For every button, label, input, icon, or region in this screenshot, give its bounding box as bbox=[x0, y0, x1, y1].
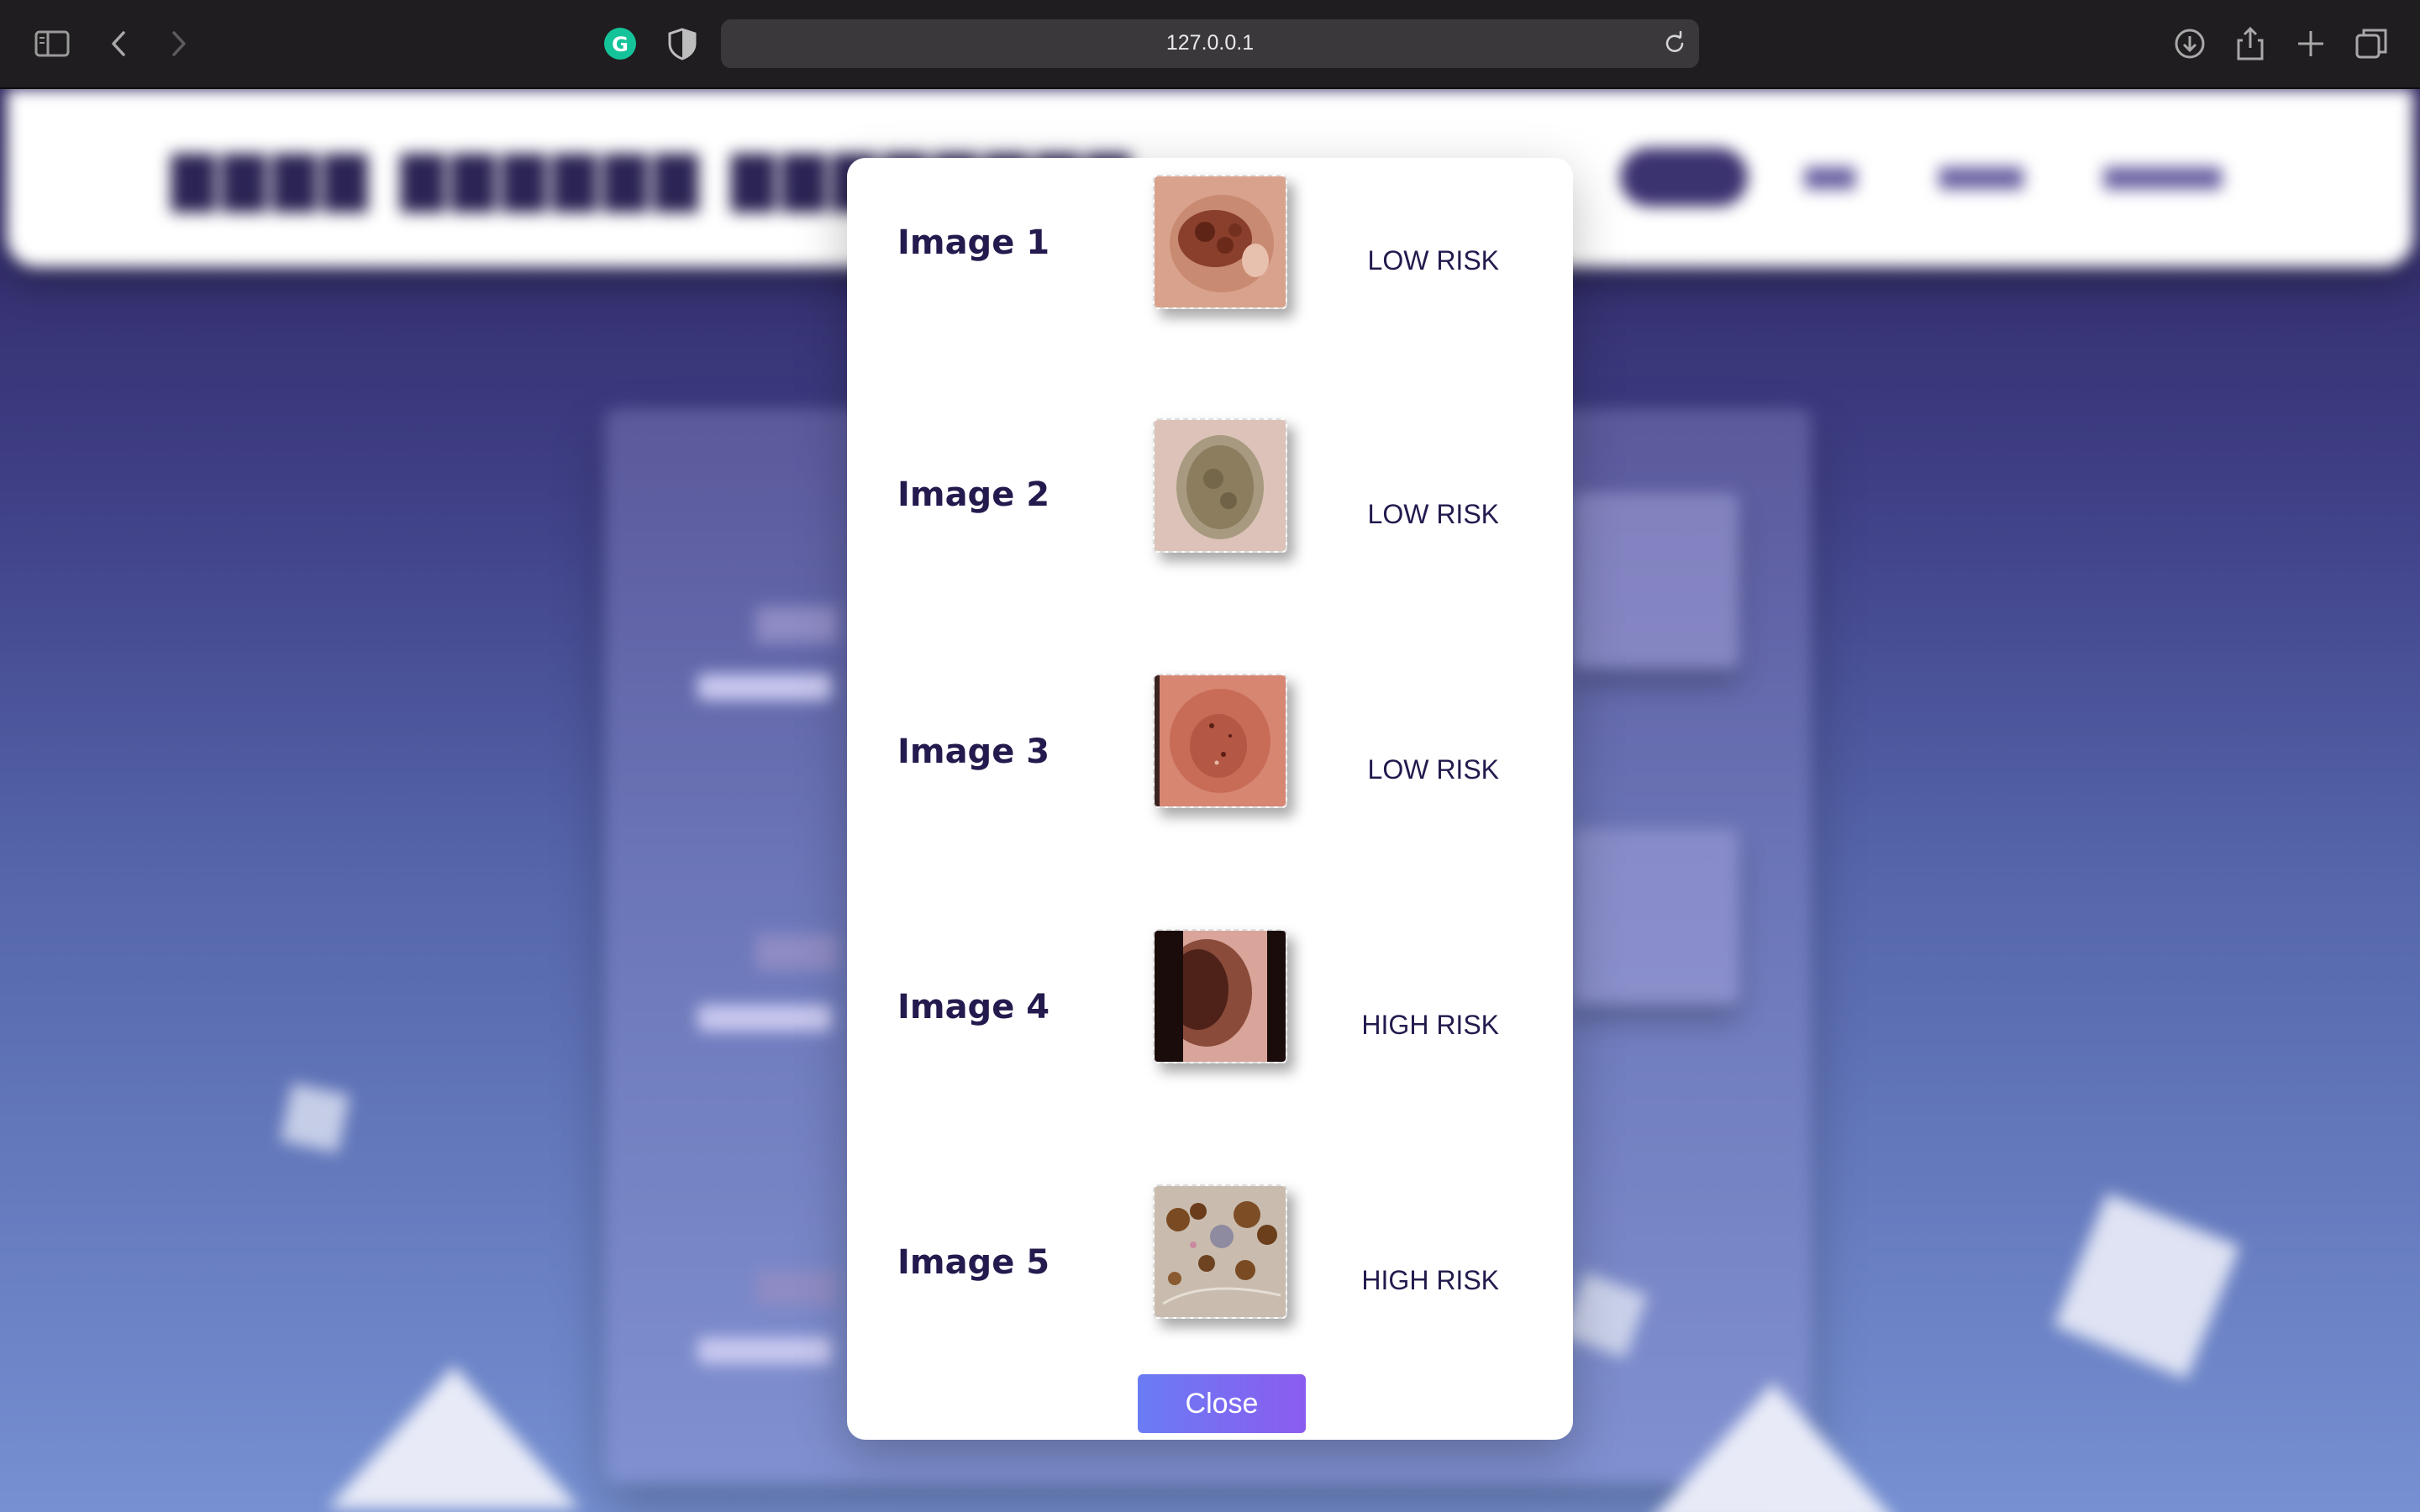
blurred-bar bbox=[697, 1005, 832, 1032]
blurred-nav-pill bbox=[1620, 148, 1748, 207]
lesion-thumbnail-1 bbox=[1153, 175, 1287, 309]
result-label: Image 1 bbox=[897, 223, 1050, 262]
result-row-1: Image 1 LOW RISK bbox=[847, 175, 1573, 318]
result-row-5: Image 5 HIGH RISK bbox=[847, 1183, 1573, 1326]
results-modal: Image 1 LOW RISK Image 2 LOW RISK Image … bbox=[847, 158, 1573, 1440]
blurred-slot bbox=[1571, 492, 1739, 669]
shield-icon[interactable] bbox=[664, 25, 701, 62]
tab-overview-icon[interactable] bbox=[2353, 25, 2390, 62]
lesion-thumbnail-5 bbox=[1153, 1184, 1287, 1319]
address-bar[interactable]: 127.0.0.1 bbox=[721, 19, 1699, 68]
risk-result: HIGH RISK bbox=[1361, 1265, 1499, 1295]
lesion-thumbnail-3 bbox=[1153, 674, 1287, 808]
result-row-4: Image 4 HIGH RISK bbox=[847, 927, 1573, 1070]
reload-icon[interactable] bbox=[1660, 29, 1689, 58]
blurred-bar bbox=[697, 674, 832, 701]
forward-icon[interactable] bbox=[160, 25, 197, 62]
result-row-3: Image 3 LOW RISK bbox=[847, 672, 1573, 815]
result-label: Image 4 bbox=[897, 988, 1050, 1026]
result-row-2: Image 2 LOW RISK bbox=[847, 417, 1573, 559]
new-tab-icon[interactable] bbox=[2292, 25, 2329, 62]
blurred-bar bbox=[697, 1337, 832, 1364]
decor-triangle bbox=[328, 1366, 580, 1509]
downloads-icon[interactable] bbox=[2171, 25, 2208, 62]
result-label: Image 5 bbox=[897, 1243, 1050, 1282]
decor-triangle bbox=[1647, 1383, 1899, 1512]
risk-result: LOW RISK bbox=[1367, 754, 1499, 785]
risk-result: HIGH RISK bbox=[1361, 1010, 1499, 1040]
share-icon[interactable] bbox=[2232, 25, 2269, 62]
risk-result: LOW RISK bbox=[1367, 245, 1499, 276]
blurred-nav-link: ▇▇▇ bbox=[1805, 165, 1855, 190]
svg-text:G: G bbox=[612, 33, 629, 56]
blurred-label: ▇▇▇ bbox=[756, 929, 838, 970]
blurred-nav-link: ▇▇▇▇▇ bbox=[1939, 165, 2023, 190]
decor-square bbox=[280, 1083, 350, 1153]
blurred-label: ▇▇▇ bbox=[756, 601, 838, 643]
browser-toolbar: G 127.0.0.1 bbox=[0, 0, 2420, 89]
lesion-thumbnail-4 bbox=[1153, 929, 1287, 1063]
risk-result: LOW RISK bbox=[1367, 499, 1499, 529]
result-label: Image 3 bbox=[897, 732, 1050, 771]
lesion-thumbnail-2 bbox=[1153, 418, 1287, 553]
sidebar-toggle-icon[interactable] bbox=[34, 25, 71, 62]
grammarly-icon[interactable]: G bbox=[602, 25, 639, 62]
back-icon[interactable] bbox=[101, 25, 138, 62]
blurred-slot bbox=[1571, 828, 1739, 1005]
blurred-nav-link: ▇▇▇▇▇▇▇ bbox=[2104, 165, 2222, 190]
blurred-label: ▇▇▇ bbox=[756, 1265, 838, 1306]
result-label: Image 2 bbox=[897, 475, 1050, 514]
close-button[interactable]: Close bbox=[1138, 1374, 1306, 1433]
url-text: 127.0.0.1 bbox=[1165, 31, 1255, 55]
decor-square bbox=[2054, 1193, 2240, 1379]
